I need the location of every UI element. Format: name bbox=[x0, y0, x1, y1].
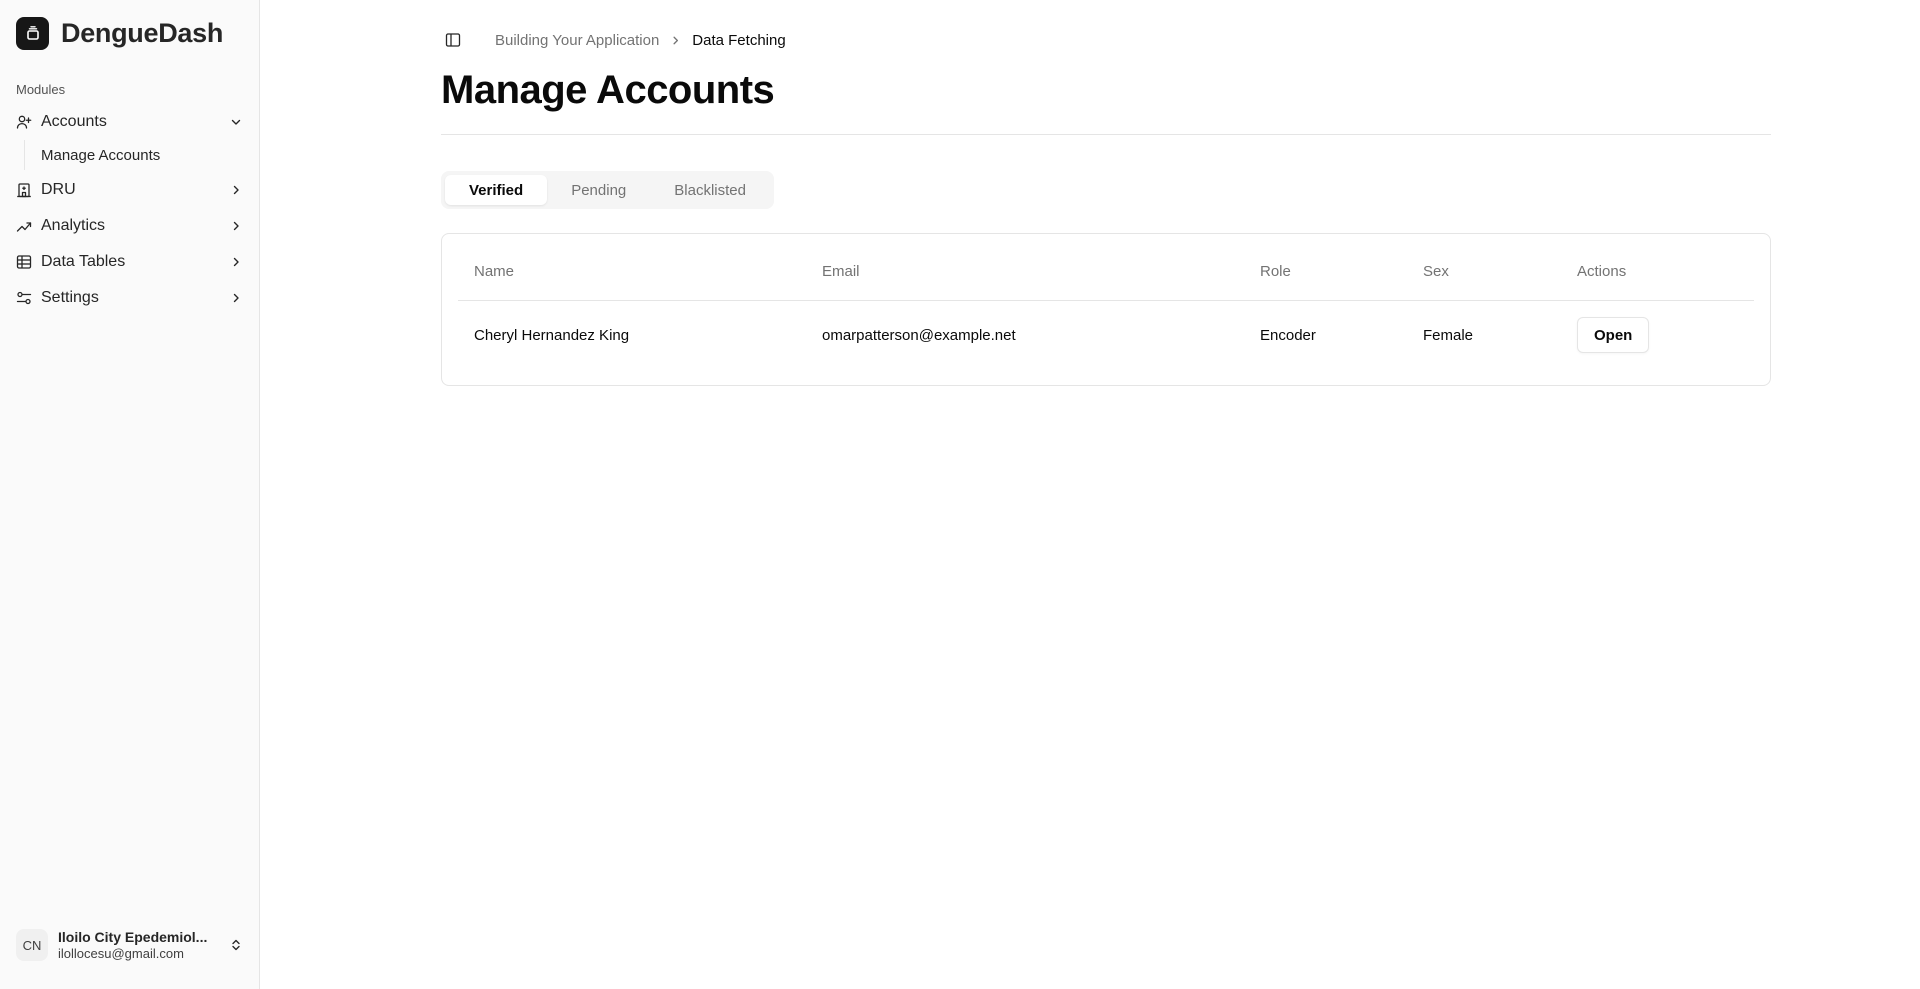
chevron-right-icon bbox=[669, 34, 682, 47]
cell-email: omarpatterson@example.net bbox=[822, 326, 1016, 344]
tab-pending[interactable]: Pending bbox=[547, 175, 650, 205]
main-content: Building Your Application Data Fetching … bbox=[261, 0, 1920, 989]
chevrons-up-down-icon bbox=[228, 937, 244, 953]
user-menu[interactable]: CN Iloilo City Epedemiol... ilollocesu@g… bbox=[8, 918, 252, 972]
tab-verified[interactable]: Verified bbox=[445, 175, 548, 205]
chevron-right-icon bbox=[228, 182, 244, 198]
user-info: Iloilo City Epedemiol... ilollocesu@gmai… bbox=[58, 929, 228, 961]
column-header-actions: Actions bbox=[1561, 234, 1754, 301]
panel-left-icon bbox=[445, 33, 461, 47]
user-email: ilollocesu@gmail.com bbox=[58, 946, 184, 961]
cell-actions: Open bbox=[1561, 300, 1754, 370]
table-icon bbox=[16, 254, 32, 270]
user-plus-icon bbox=[16, 114, 32, 130]
account-status-tabs: Verified Pending Blacklisted bbox=[441, 171, 774, 209]
app-name: DengueDash bbox=[61, 17, 224, 48]
page-title: Manage Accounts bbox=[441, 68, 775, 112]
column-header-sex: Sex bbox=[1407, 234, 1561, 301]
sidebar-item-label: Data Tables bbox=[41, 253, 126, 270]
cell-role: Encoder bbox=[1260, 326, 1316, 344]
sidebar-item-label: DRU bbox=[41, 181, 76, 198]
hospital-icon bbox=[16, 182, 32, 198]
sidebar-item-analytics[interactable]: Analytics bbox=[8, 208, 252, 244]
column-header-name: Name bbox=[458, 234, 806, 301]
topbar: Building Your Application Data Fetching bbox=[441, 28, 786, 52]
sidebar-item-dru[interactable]: DRU bbox=[8, 172, 252, 208]
sidebar-subitem-manage-accounts[interactable]: Manage Accounts bbox=[33, 140, 252, 170]
sidebar-item-settings[interactable]: Settings bbox=[8, 280, 252, 316]
cell-name: Cheryl Hernandez King bbox=[474, 326, 630, 344]
divider bbox=[441, 134, 1771, 135]
tab-blacklisted[interactable]: Blacklisted bbox=[650, 175, 770, 205]
sidebar-item-label: Analytics bbox=[41, 217, 106, 234]
table-header-row: Name Email Role Sex Actions bbox=[458, 234, 1754, 301]
table-row: Cheryl Hernandez King omarpatterson@exam… bbox=[458, 300, 1754, 370]
chevron-right-icon bbox=[228, 254, 244, 270]
avatar: CN bbox=[16, 929, 48, 961]
sidebar-toggle-button[interactable] bbox=[441, 28, 465, 52]
sidebar: DengueDash Modules Accounts Manage Accou… bbox=[0, 0, 260, 989]
cell-sex: Female bbox=[1423, 326, 1474, 344]
sidebar-section-label: Modules bbox=[16, 82, 66, 97]
chevron-right-icon bbox=[228, 290, 244, 306]
column-header-role: Role bbox=[1244, 234, 1407, 301]
sliders-icon bbox=[16, 290, 32, 306]
sidebar-item-label: Settings bbox=[41, 289, 99, 306]
sidebar-item-label: Accounts bbox=[41, 113, 107, 130]
user-name: Iloilo City Epedemiol... bbox=[58, 929, 208, 945]
sidebar-nav: Accounts Manage Accounts DRU Analytics D… bbox=[8, 104, 252, 316]
open-account-button[interactable]: Open bbox=[1577, 317, 1650, 354]
accounts-table: Name Email Role Sex Actions Cheryl Herna… bbox=[458, 234, 1754, 370]
sidebar-item-accounts[interactable]: Accounts bbox=[8, 104, 252, 140]
chevron-down-icon bbox=[228, 114, 244, 130]
trend-icon bbox=[16, 218, 32, 234]
chevron-right-icon bbox=[228, 218, 244, 234]
breadcrumb-parent-link[interactable]: Building Your Application bbox=[495, 32, 659, 49]
accounts-submenu: Manage Accounts bbox=[24, 140, 252, 170]
accounts-table-card: Name Email Role Sex Actions Cheryl Herna… bbox=[441, 233, 1771, 386]
sidebar-item-data-tables[interactable]: Data Tables bbox=[8, 244, 252, 280]
app-logo-icon bbox=[16, 16, 49, 50]
column-header-email: Email bbox=[806, 234, 1244, 301]
breadcrumb: Building Your Application Data Fetching bbox=[495, 32, 786, 49]
breadcrumb-current: Data Fetching bbox=[692, 31, 786, 49]
brand[interactable]: DengueDash bbox=[16, 16, 223, 50]
